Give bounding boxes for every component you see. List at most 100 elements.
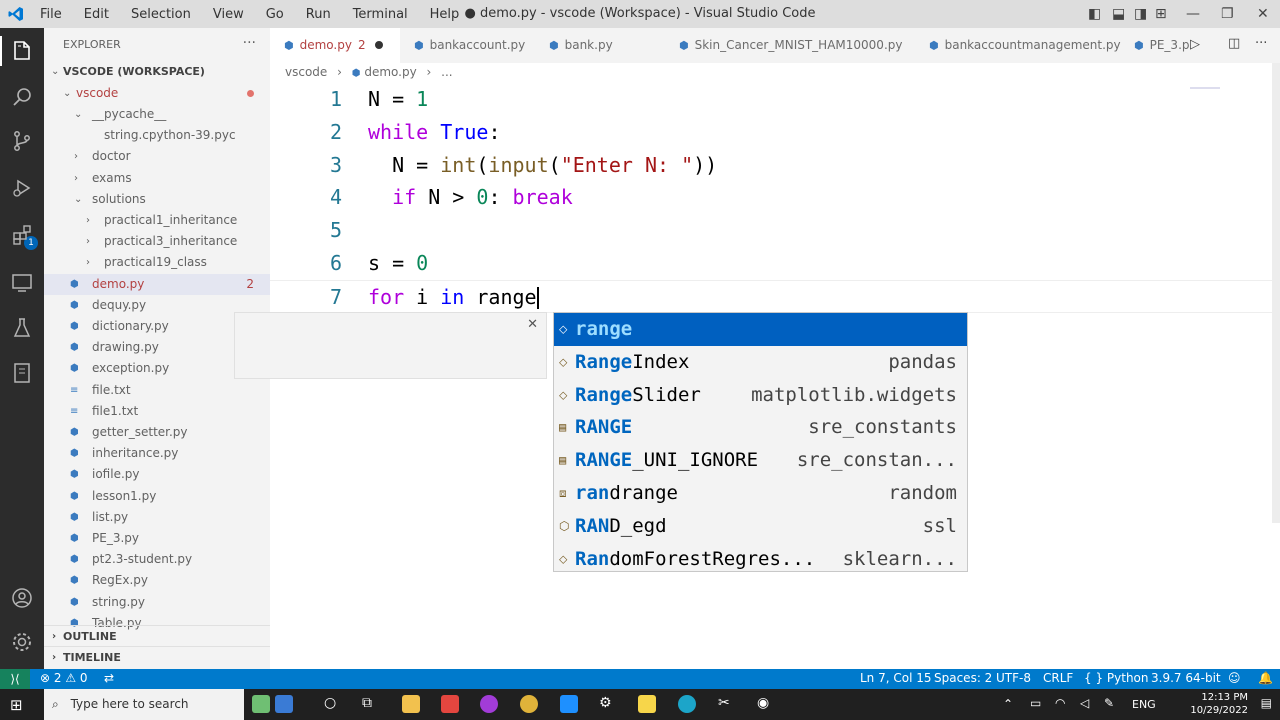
menu-edit[interactable]: Edit xyxy=(84,7,109,22)
notifications-icon[interactable]: 🔔 xyxy=(1258,671,1273,685)
tree-file[interactable]: ⬢ inheritance.py xyxy=(44,443,270,464)
pen-icon[interactable]: ✎ xyxy=(1104,696,1114,710)
code-line[interactable]: 3 N = int(input("Enter N: ")) xyxy=(270,149,1272,182)
folder-vscode[interactable]: ⌄ vscode xyxy=(44,83,270,104)
notification-center-icon[interactable]: ▤ xyxy=(1261,696,1272,710)
explorer-icon[interactable] xyxy=(10,39,34,63)
menu-terminal[interactable]: Terminal xyxy=(353,7,408,22)
extensions-icon[interactable] xyxy=(10,223,34,247)
chrome-icon[interactable] xyxy=(520,695,538,713)
wifi-icon[interactable]: ◠ xyxy=(1055,696,1065,710)
suggestion-item[interactable]: ⬦ RangeIndex pandas xyxy=(554,346,967,379)
run-python-icon[interactable]: ▷ xyxy=(1190,37,1200,52)
taskbar-search[interactable]: ⌕ Type here to search xyxy=(44,689,244,720)
tree-folder[interactable]: ⌄ __pycache__ xyxy=(44,104,270,125)
split-editor-icon[interactable]: ◫ xyxy=(1228,36,1240,51)
menu-run[interactable]: Run xyxy=(306,7,331,22)
tree-file[interactable]: string.cpython-39.pyc xyxy=(44,125,270,146)
tab-bankaccountmanagement-py[interactable]: ⬢ bankaccountmanagement.py xyxy=(915,28,1121,63)
code-line[interactable]: 2 while True: xyxy=(270,116,1272,149)
line-ending[interactable]: CRLF xyxy=(1043,671,1073,685)
tree-file[interactable]: ≡ file.txt xyxy=(44,380,270,401)
tree-file[interactable]: ⬢ getter_setter.py xyxy=(44,422,270,443)
vscode-taskbar-icon[interactable] xyxy=(560,695,578,713)
suggestion-item[interactable]: ▤ RANGE sre_constants xyxy=(554,411,967,444)
tab-demo-py[interactable]: ⬢ demo.py 2 xyxy=(270,28,400,63)
problems-indicator[interactable]: ⊗ 2 ⚠ 0 xyxy=(40,671,88,685)
source-control-icon[interactable] xyxy=(10,129,34,153)
language-mode[interactable]: { } Python xyxy=(1084,671,1149,685)
manage-gear-icon[interactable] xyxy=(10,630,34,654)
edge-icon[interactable] xyxy=(678,695,696,713)
tree-folder[interactable]: › practical1_inheritance xyxy=(44,210,270,231)
code-line[interactable]: 1 N = 1 xyxy=(270,83,1272,116)
obs-icon[interactable]: ◉ xyxy=(757,695,769,711)
more-actions-icon[interactable]: ··· xyxy=(243,35,256,51)
tree-folder[interactable]: › practical19_class xyxy=(44,252,270,273)
suggestion-item[interactable]: ⬡ RAND_egd ssl xyxy=(554,510,967,543)
suggestion-item[interactable]: ⬦ RandomForestRegres... sklearn... xyxy=(554,543,967,576)
tab-pe-3-p[interactable]: ⬢ PE_3.p xyxy=(1120,28,1190,63)
python-interpreter[interactable]: 3.9.7 64-bit xyxy=(1151,671,1221,685)
tree-file[interactable]: ⬢ RegEx.py xyxy=(44,570,270,591)
outline-section[interactable]: › OUTLINE xyxy=(44,625,270,646)
close-window-button[interactable]: ✕ xyxy=(1257,6,1269,22)
battery-icon[interactable]: ▭ xyxy=(1030,696,1041,710)
tab-bankaccount-py[interactable]: ⬢ bankaccount.py xyxy=(400,28,535,63)
unsaved-dot-icon[interactable] xyxy=(374,41,383,49)
timeline-section[interactable]: › TIMELINE xyxy=(44,646,270,667)
menu-view[interactable]: View xyxy=(213,7,244,22)
settings-gear-icon[interactable]: ⚙ xyxy=(599,695,612,711)
menu-file[interactable]: File xyxy=(40,7,62,22)
office-icon[interactable] xyxy=(441,695,459,713)
editor-scrollbar[interactable] xyxy=(1272,63,1280,523)
file-explorer-icon[interactable] xyxy=(402,695,420,713)
menu-go[interactable]: Go xyxy=(266,7,284,22)
testing-icon[interactable] xyxy=(10,316,34,340)
breadcrumb-symbol[interactable]: ... xyxy=(441,65,452,79)
tab-skin-cancer-mnist-ham10000-py[interactable]: ⬢ Skin_Cancer_MNIST_HAM10000.py xyxy=(665,28,915,63)
volume-icon[interactable]: ◁ xyxy=(1080,696,1089,710)
close-icon[interactable]: ✕ xyxy=(527,317,538,332)
live-share-icon[interactable]: ⇄ xyxy=(104,671,114,685)
remote-indicator-icon[interactable]: ⟩⟨ xyxy=(0,669,30,689)
clock[interactable]: 12:13 PM 10/29/2022 xyxy=(1190,691,1248,717)
toggle-sidebar-icon[interactable]: ◧ xyxy=(1088,6,1101,22)
tree-file[interactable]: ⬢ pt2.3-student.py xyxy=(44,549,270,570)
encoding[interactable]: UTF-8 xyxy=(996,671,1031,685)
snip-tool-icon[interactable]: ✂ xyxy=(718,695,730,711)
run-debug-icon[interactable] xyxy=(10,176,34,200)
workspace-header[interactable]: ⌄ VSCODE (WORKSPACE) xyxy=(44,61,270,82)
customize-layout-icon[interactable]: ⊞ xyxy=(1155,6,1167,22)
feedback-icon[interactable]: ☺ xyxy=(1228,671,1241,685)
code-line[interactable]: 7 for i in range xyxy=(270,279,1272,313)
suggestion-item[interactable]: ⬦ RangeSlider matplotlib.widgets xyxy=(554,379,967,412)
tree-folder[interactable]: › exams xyxy=(44,168,270,189)
menu-selection[interactable]: Selection xyxy=(131,7,191,22)
task-view-icon[interactable]: ⧉ xyxy=(362,695,372,711)
breadcrumb-folder[interactable]: vscode xyxy=(285,65,327,79)
taskbar-app-1-icon[interactable] xyxy=(252,695,270,713)
editor-more-icon[interactable]: ··· xyxy=(1255,36,1267,51)
windows-start-icon[interactable]: ⊞ xyxy=(10,696,23,714)
cortana-icon[interactable]: ○ xyxy=(324,695,336,711)
tree-folder[interactable]: › practical3_inheritance xyxy=(44,231,270,252)
suggestion-item[interactable]: ⧈ randrange random xyxy=(554,477,967,510)
tree-folder[interactable]: › doctor xyxy=(44,146,270,167)
tab-bank-py[interactable]: ⬢ bank.py xyxy=(535,28,665,63)
code-line[interactable]: 6 s = 0 xyxy=(270,247,1272,280)
tree-file[interactable]: ⬢ PE_3.py xyxy=(44,528,270,549)
minimize-button[interactable]: — xyxy=(1186,6,1200,22)
tree-file[interactable]: ⬢ iofile.py xyxy=(44,464,270,485)
tree-file[interactable]: ≡ file1.txt xyxy=(44,401,270,422)
taskbar-app-2-icon[interactable] xyxy=(275,695,293,713)
tree-file[interactable]: ⬢ string.py xyxy=(44,592,270,613)
account-icon[interactable] xyxy=(10,586,34,610)
tree-file[interactable]: ⬢ lesson1.py xyxy=(44,486,270,507)
code-line[interactable]: 4 if N > 0: break xyxy=(270,181,1272,214)
menu-help[interactable]: Help xyxy=(430,7,460,22)
suggestion-item[interactable]: ▤ RANGE_UNI_IGNORE sre_constan... xyxy=(554,444,967,477)
tree-file[interactable]: ⬢ demo.py 2 xyxy=(44,273,270,295)
tree-folder[interactable]: ⌄ solutions xyxy=(44,189,270,210)
suggestion-item[interactable]: ⬦ range xyxy=(554,313,967,346)
